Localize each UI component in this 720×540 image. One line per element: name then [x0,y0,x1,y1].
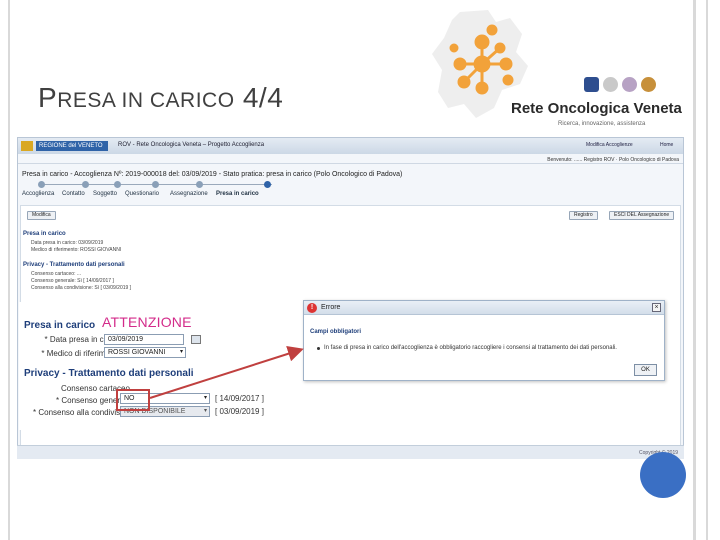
step-contatto[interactable]: Contatto [62,191,85,197]
error-dialog: ! Errore × Campi obbligatori In fase di … [303,300,665,381]
privacy-section-title: Privacy - Trattamento dati personali [24,368,194,379]
modifica-button[interactable]: Modifica [27,211,56,220]
badge-icon [622,77,637,92]
user-bar: Benvenuto: ...... Registro ROV · Polo On… [18,155,683,164]
step-dot [38,181,45,188]
privacy-row: Consenso cartaceo: ... [31,271,82,277]
close-icon[interactable]: × [652,303,661,312]
step-assegnazione[interactable]: Assegnazione [170,191,208,197]
app-footer: Copyright © 2019 [17,445,684,459]
bullet-icon [317,347,320,350]
slide-decoration-circle [640,452,686,498]
practice-title: Presa in carico - Accoglienza Nº: 2019-0… [22,171,403,178]
step-soggetto[interactable]: Soggetto [93,191,117,197]
chevron-down-icon: ▾ [203,395,207,401]
badge-icon [584,77,599,92]
step-dot [82,181,89,188]
step-dot [152,181,159,188]
ok-button[interactable]: OK [634,364,657,376]
app-title: ROV - Rete Oncologica Veneta – Progetto … [118,142,265,148]
slide-frame-left [8,0,10,540]
chevron-down-icon: ▾ [179,349,183,355]
dialog-header: ! Errore × [304,301,664,315]
presa-row: Data presa in carico: 03/09/2019 [31,240,104,246]
highlight-box [116,389,150,411]
esci-assegnazione-button[interactable]: ESCI DEL Assegnazione [609,211,675,220]
step-dot-active [264,181,271,188]
presa-row: Medico di riferimento: ROSSI GIOVANNI [31,247,122,253]
user-info: Benvenuto: ...... Registro ROV · Polo On… [547,157,679,163]
privacy-row: Consenso generale: Sì [ 14/09/2017 ] [31,278,114,284]
modifica-accoglienze-link[interactable]: Modifica Accoglienze [586,142,633,148]
dialog-title: Errore [321,304,341,311]
chevron-down-icon: ▾ [203,408,207,414]
region-banner: REGIONE del VENETO [36,141,108,151]
institution-badges [584,77,656,92]
presa-section-title-small: Presa in carico [23,231,66,237]
dialog-heading: Campi obbligatori [310,329,361,335]
privacy-section-title-small: Privacy - Trattamento dati personali [23,262,125,268]
slide-title: PRESA IN CARICO 4/4 [38,82,284,113]
step-accoglienza[interactable]: Accoglienza [22,191,54,197]
step-presa-in-carico[interactable]: Presa in carico [216,191,259,197]
home-link[interactable]: Home [660,142,673,148]
logo-name: Rete Oncologica Veneta [511,100,682,117]
region-logo-icon [21,141,33,151]
step-dot [114,181,121,188]
badge-icon [641,77,656,92]
dialog-message: In fase di presa in carico dell'accoglie… [324,345,617,351]
slide-frame-right [693,0,696,540]
consenso-condivisione-date: [ 03/09/2019 ] [215,407,264,416]
calendar-icon[interactable] [191,335,201,344]
medico-select[interactable]: ROSSI GIOVANNI ▾ [104,347,186,358]
logo-tagline: Ricerca, innovazione, assistenza [558,121,646,127]
app-header: REGIONE del VENETO ROV - Rete Oncologica… [18,138,683,154]
step-dot [196,181,203,188]
registro-button[interactable]: Registro [569,211,598,220]
step-questionario[interactable]: Questionario [125,191,159,197]
privacy-row: Consenso alla condivisione: Sì [ 03/09/2… [31,285,132,291]
data-presa-input[interactable]: 03/09/2019 [104,334,184,345]
badge-icon [603,77,618,92]
slide-frame-right-inner [706,0,708,540]
presa-section-title: Presa in carico [24,320,96,331]
error-icon: ! [307,303,317,313]
attention-label: ATTENZIONE [102,314,192,330]
consenso-generale-date: [ 14/09/2017 ] [215,394,264,403]
